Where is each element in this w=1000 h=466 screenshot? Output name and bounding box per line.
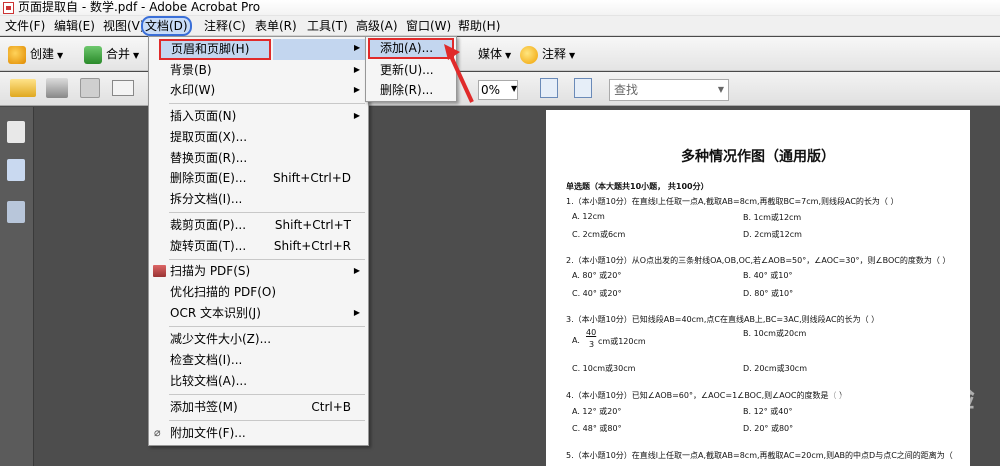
submenu-arrow-icon: ▶ — [353, 65, 360, 74]
question-2: 2.（本小题10分）从O点出发的三条射线OA,OB,OC,若∠AOB=50°，∠… — [566, 256, 951, 265]
q3-option-c: C. 10cm或30cm — [572, 364, 636, 373]
menu-separator — [169, 212, 365, 213]
q3-option-a-numerator: 40 — [586, 328, 597, 337]
menu-separator — [169, 326, 365, 327]
document-menu: 页眉和页脚(H) ▶ 背景(B) ▶ 水印(W) ▶ 插入页面(N) ▶ 提取页面(X… — [148, 36, 369, 446]
fit-page-icon[interactable] — [574, 78, 592, 98]
create-button[interactable]: 创建 ▼ — [8, 41, 63, 67]
chevron-down-icon: ▼ — [569, 51, 576, 60]
menu-item-split-document[interactable]: 拆分文档(I)... — [149, 189, 368, 209]
submenu-arrow-icon: ▶ — [353, 85, 360, 94]
q1-option-d: D. 2cm或12cm — [743, 230, 802, 239]
menu-comments[interactable]: 注释(C) — [202, 18, 248, 34]
bookmarks-icon[interactable] — [7, 159, 25, 181]
question-1: 1.（本小题10分）在直线l上任取一点A,截取AB=8cm,再截取BC=7cm,… — [566, 197, 899, 206]
menu-item-rotate-pages[interactable]: 旋转页面(T)... Shift+Ctrl+R — [149, 236, 368, 256]
baidu-watermark: Baidu 经验 — [830, 384, 975, 414]
submenu-arrow-icon: ▶ — [353, 308, 360, 317]
multimedia-button[interactable]: 媒体 ▼ — [478, 41, 511, 67]
q2-option-c: C. 40° 或20° — [572, 289, 622, 298]
q3-option-b: B. 10cm或20cm — [743, 329, 807, 338]
menu-item-watermark[interactable]: 水印(W) ▶ — [149, 80, 368, 100]
combine-icon — [84, 45, 102, 64]
find-input[interactable]: 查找 ▼ — [609, 79, 729, 101]
section-heading: 单选题（本大题共10小题， 共100分） — [566, 182, 709, 191]
menu-window[interactable]: 窗口(W) — [404, 18, 453, 34]
menu-item-ocr[interactable]: OCR 文本识别(J) ▶ — [149, 303, 368, 323]
menu-tools[interactable]: 工具(T) — [305, 18, 350, 34]
title-bar: 页面提取自 - 数学.pdf - Adobe Acrobat Pro — [0, 0, 1000, 16]
fit-width-icon[interactable] — [540, 78, 558, 98]
window-title: 页面提取自 - 数学.pdf - Adobe Acrobat Pro — [18, 0, 261, 14]
red-annotation-arrow — [444, 44, 474, 103]
q1-option-b: B. 1cm或12cm — [743, 213, 802, 222]
chevron-down-icon: ▼ — [717, 85, 724, 94]
navigation-panel — [0, 107, 34, 466]
q1-option-a: A. 12cm — [572, 212, 605, 221]
menu-file[interactable]: 文件(F) — [3, 18, 47, 34]
q3-option-a-denominator: 3 — [589, 340, 595, 349]
menu-item-header-footer[interactable]: 页眉和页脚(H) — [159, 39, 271, 60]
print-icon[interactable] — [46, 78, 68, 98]
q3-option-d: D. 20cm或30cm — [743, 364, 807, 373]
open-folder-icon[interactable] — [10, 79, 36, 97]
submenu-arrow-icon: ▶ — [353, 266, 360, 275]
save-icon[interactable] — [80, 78, 100, 98]
menu-item-optimize-scanned[interactable]: 优化扫描的 PDF(O) — [149, 282, 368, 302]
q4-option-b: B. 12° 或40° — [743, 407, 793, 416]
menu-forms[interactable]: 表单(R) — [253, 18, 299, 34]
menu-item-reduce-size[interactable]: 减少文件大小(Z)... — [149, 329, 368, 349]
q4-option-a: A. 12° 或20° — [572, 407, 622, 416]
menu-item-delete-pages[interactable]: 删除页面(E)... Shift+Ctrl+D — [149, 168, 368, 188]
menu-item-compare-documents[interactable]: 比较文档(A)... — [149, 371, 368, 391]
menu-item-add-bookmark[interactable]: 添加书签(M) Ctrl+B — [149, 397, 368, 417]
menu-item-replace-pages[interactable]: 替换页面(R)... — [149, 148, 368, 168]
menu-separator — [169, 394, 365, 395]
menu-separator — [169, 420, 365, 421]
q2-option-a: A. 80° 或20° — [572, 271, 622, 280]
menu-item-attach-file[interactable]: 附加文件(F)... — [149, 423, 368, 443]
q2-option-b: B. 40° 或10° — [743, 271, 793, 280]
email-icon[interactable] — [112, 80, 134, 96]
menu-edit[interactable]: 编辑(E) — [52, 18, 97, 34]
submenu-arrow-icon: ▶ — [354, 43, 361, 52]
q4-option-d: D. 20° 或80° — [743, 424, 794, 433]
pages-icon[interactable] — [7, 121, 25, 143]
acrobat-icon — [3, 2, 14, 14]
zoom-dropdown-icon[interactable]: ▼ — [511, 84, 517, 93]
question-4: 4.（本小题10分）已知∠AOB=60°，∠AOC=1∠BOC,则∠AOC的度数… — [566, 391, 848, 400]
q2-option-d: D. 80° 或10° — [743, 289, 794, 298]
menu-advanced[interactable]: 高级(A) — [354, 18, 400, 34]
arrow-shaft — [448, 53, 474, 103]
menu-item-examine-document[interactable]: 检查文档(I)... — [149, 350, 368, 370]
chevron-down-icon: ▼ — [57, 51, 64, 60]
menu-item-background[interactable]: 背景(B) ▶ — [149, 60, 368, 80]
question-5: 5.（本小题10分）在直线l上任取一点A,截取AB=8cm,再截取AC=20cm… — [566, 451, 953, 460]
menu-bar: 文件(F) 编辑(E) 视图(V) 文档(D) 注释(C) 表单(R) 工具(T… — [0, 16, 1000, 36]
menu-separator — [169, 103, 365, 104]
baidu-watermark-url: jingyan.baidu.com — [868, 416, 961, 427]
create-icon — [8, 45, 26, 64]
menu-view[interactable]: 视图(V) — [101, 18, 147, 34]
menu-item-scan-to-pdf[interactable]: 扫描为 PDF(S) ▶ — [149, 261, 368, 281]
q4-option-c: C. 48° 或80° — [572, 424, 622, 433]
menu-help[interactable]: 帮助(H) — [456, 18, 502, 34]
q3-option-a-prefix: A. — [572, 336, 580, 345]
combine-button[interactable]: 合并 ▼ — [84, 41, 139, 67]
comment-icon — [520, 45, 538, 64]
comment-button[interactable]: 注释 ▼ — [520, 41, 575, 67]
signatures-icon[interactable] — [7, 201, 25, 223]
menu-item-crop-pages[interactable]: 裁剪页面(P)... Shift+Ctrl+T — [149, 215, 368, 235]
menu-item-extract-pages[interactable]: 提取页面(X)... — [149, 127, 368, 147]
chevron-down-icon: ▼ — [133, 51, 140, 60]
question-3: 3.（本小题10分）已知线段AB=40cm,点C在直线AB上,BC=3AC,则线… — [566, 315, 880, 324]
q3-option-a-text: cm或120cm — [598, 337, 646, 346]
q1-option-c: C. 2cm或6cm — [572, 230, 626, 239]
document-title: 多种情况作图（通用版） — [681, 149, 835, 165]
submenu-arrow-icon: ▶ — [353, 111, 360, 120]
menu-separator — [169, 259, 365, 260]
menu-document[interactable]: 文档(D) — [141, 16, 192, 36]
menu-item-insert-pages[interactable]: 插入页面(N) ▶ — [149, 106, 368, 126]
chevron-down-icon: ▼ — [505, 51, 512, 60]
